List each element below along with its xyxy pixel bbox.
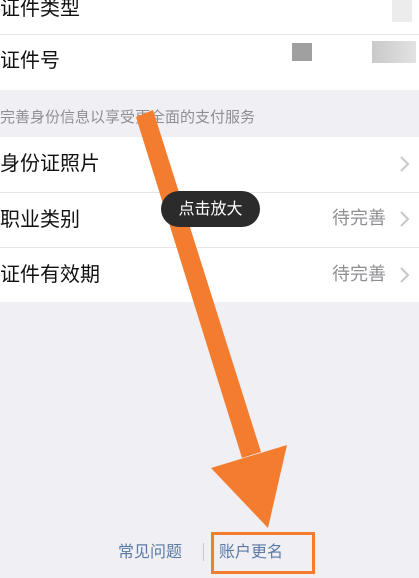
chevron-right-icon: [399, 155, 411, 173]
footer-divider: [203, 543, 204, 561]
id-type-label: 证件类型: [0, 0, 80, 20]
id-photo-label: 身份证照片: [0, 151, 100, 175]
faq-link[interactable]: 常见问题: [118, 541, 182, 563]
validity-value: 待完善: [332, 264, 386, 285]
wallet-identity-screen: 证件类型 证件号 完善身份信息以享受更全面的支付服务 身份证照片 职业类别 待完…: [0, 0, 419, 578]
occupation-label: 职业类别: [0, 207, 80, 231]
zoom-tooltip: 点击放大: [161, 191, 260, 227]
row-divider: [0, 247, 419, 248]
account-rename-link[interactable]: 账户更名: [219, 541, 283, 563]
validity-label: 证件有效期: [0, 262, 100, 286]
occupation-value: 待完善: [332, 208, 386, 229]
complete-info-hint: 完善身份信息以享受更全面的支付服务: [0, 108, 256, 126]
id-number-redacted-2: [372, 41, 416, 63]
row-divider: [0, 34, 419, 35]
chevron-right-icon: [399, 266, 411, 284]
id-type-value-redacted: [392, 0, 412, 22]
id-number-redacted-1: [292, 43, 312, 61]
id-number-label: 证件号: [0, 48, 60, 72]
chevron-right-icon: [399, 210, 411, 228]
